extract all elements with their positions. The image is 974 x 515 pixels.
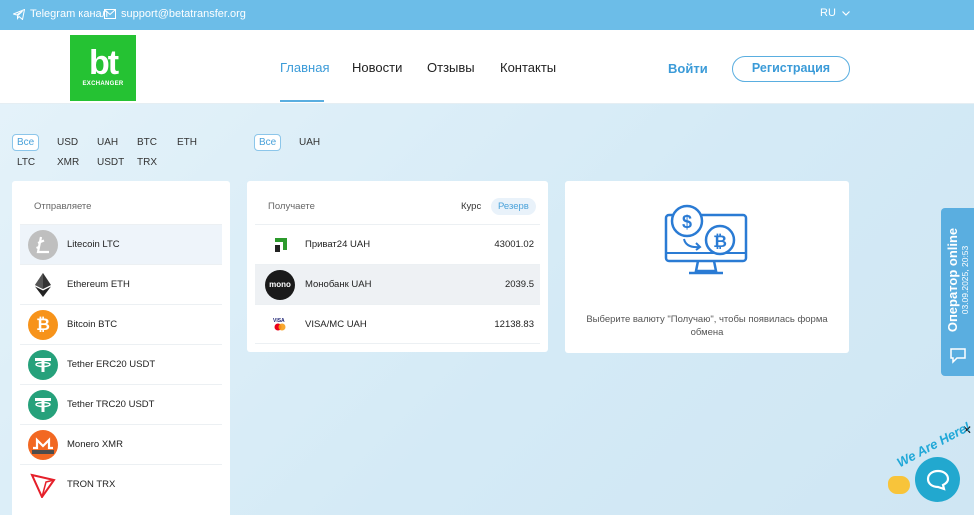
receive-item-value: 2039.5 (504, 279, 534, 290)
send-item-monero[interactable]: Monero XMR (20, 424, 222, 464)
send-item-label: Monero XMR (67, 439, 123, 450)
send-item-litecoin[interactable]: Litecoin LTC (20, 224, 222, 264)
login-button[interactable]: Войти (668, 61, 708, 76)
language-label: RU (820, 7, 836, 19)
operator-text: Оператор online 03.09.2025, 20:53 (944, 227, 970, 333)
send-item-tron[interactable]: TRON TRX (20, 464, 222, 504)
send-filter-uah[interactable]: UAH (97, 137, 118, 148)
bitcoin-icon: ₿ (28, 309, 58, 340)
tether-icon (28, 349, 58, 380)
receive-item-value: 43001.02 (494, 239, 534, 250)
send-filter-xmr[interactable]: XMR (57, 157, 79, 168)
send-item-tether-trc20[interactable]: Tether TRC20 USDT (20, 384, 222, 424)
register-button[interactable]: Регистрация (732, 56, 850, 82)
send-filter-ltc[interactable]: LTC (17, 157, 35, 168)
tether-icon (28, 389, 58, 420)
send-filter-usd[interactable]: USD (57, 137, 78, 148)
send-filter-trx[interactable]: TRX (137, 157, 157, 168)
receive-item-label: Монобанк UAH (305, 279, 372, 290)
send-item-tether-erc20[interactable]: Tether ERC20 USDT (20, 344, 222, 384)
send-item-bitcoin[interactable]: ₿ Bitcoin BTC (20, 304, 222, 344)
exchange-hint-text: Выберите валюту "Получаю", чтобы появила… (586, 314, 828, 338)
operator-online-tab[interactable]: Оператор online 03.09.2025, 20:53 (941, 208, 974, 376)
tab-rate[interactable]: Курс (461, 201, 481, 212)
privat24-icon (265, 230, 295, 260)
chat-bubble-icon (950, 348, 966, 364)
support-email-link[interactable]: support@betatransfer.org (104, 8, 246, 20)
language-selector[interactable]: RU (820, 7, 850, 19)
litecoin-icon (28, 229, 58, 260)
visa-mastercard-icon: VISA (265, 309, 295, 339)
chat-icon (926, 469, 949, 491)
receive-item-label: Приват24 UAH (305, 239, 371, 250)
monobank-icon: mono (265, 269, 295, 300)
send-item-label: Tether TRC20 USDT (67, 399, 155, 410)
send-item-label: Tether ERC20 USDT (67, 359, 156, 370)
telegram-link[interactable]: Telegram канал (13, 8, 108, 20)
send-filter-all[interactable]: Все (12, 134, 40, 151)
svg-text:₿: ₿ (713, 232, 727, 252)
receive-filter-all[interactable]: Все (254, 134, 282, 151)
header: bt EXCHANGER Главная Новости Отзывы Конт… (0, 30, 974, 104)
receive-filter-uah[interactable]: UAH (299, 137, 320, 148)
receive-panel-heading: Получаете (268, 201, 315, 212)
telegram-label: Telegram канал (30, 8, 109, 20)
receive-item-monobank[interactable]: mono Монобанк UAH 2039.5 (255, 264, 540, 304)
operator-title: Оператор online (944, 227, 960, 333)
receive-panel: Получаете Курс Резерв Приват24 UAH 43001… (247, 181, 548, 352)
logo-subtext: EXCHANGER (82, 81, 124, 87)
tron-icon (28, 470, 58, 500)
waving-hand-icon (888, 476, 910, 494)
nav-reviews[interactable]: Отзывы (427, 60, 475, 75)
receive-item-label: VISA/MC UAH (305, 318, 367, 330)
send-filter-btc[interactable]: BTC (137, 137, 157, 148)
receive-item-visa-mc[interactable]: VISA VISA/MC UAH 12138.83 (255, 304, 540, 344)
monero-icon (28, 429, 58, 460)
send-filter-usdt[interactable]: USDT (97, 157, 124, 168)
logo[interactable]: bt EXCHANGER (70, 35, 136, 101)
nav-home[interactable]: Главная (280, 60, 329, 75)
mail-icon (104, 9, 116, 19)
send-panel: Отправляете Litecoin LTC Ethereum ETH ₿ … (12, 181, 230, 515)
operator-datetime: 03.09.2025, 20:53 (959, 245, 970, 315)
exchange-illustration-icon: $ ₿ (664, 204, 748, 275)
receive-item-value: 12138.83 (494, 318, 534, 330)
send-item-label: TRON TRX (67, 479, 116, 490)
chevron-down-icon (841, 10, 850, 16)
support-email: support@betatransfer.org (121, 8, 246, 20)
svg-text:$: $ (682, 212, 692, 232)
send-item-label: Ethereum ETH (67, 279, 130, 290)
send-item-label: Litecoin LTC (67, 239, 120, 250)
nav-news[interactable]: Новости (352, 60, 402, 75)
send-panel-heading: Отправляете (34, 201, 92, 212)
receive-item-privat24[interactable]: Приват24 UAH 43001.02 (255, 224, 540, 264)
nav-active-underline (280, 100, 324, 102)
tab-reserve[interactable]: Резерв (491, 198, 536, 215)
topbar: Telegram канал support@betatransfer.org … (0, 0, 974, 30)
nav-contacts[interactable]: Контакты (500, 60, 556, 75)
ethereum-icon (28, 270, 58, 300)
logo-text: bt (88, 44, 119, 82)
send-item-ethereum[interactable]: Ethereum ETH (20, 264, 222, 304)
send-filter-eth[interactable]: ETH (177, 137, 197, 148)
send-item-label: Bitcoin BTC (67, 319, 118, 330)
svg-text:VISA: VISA (273, 318, 285, 324)
telegram-icon (13, 8, 25, 20)
chat-button[interactable] (915, 457, 960, 502)
